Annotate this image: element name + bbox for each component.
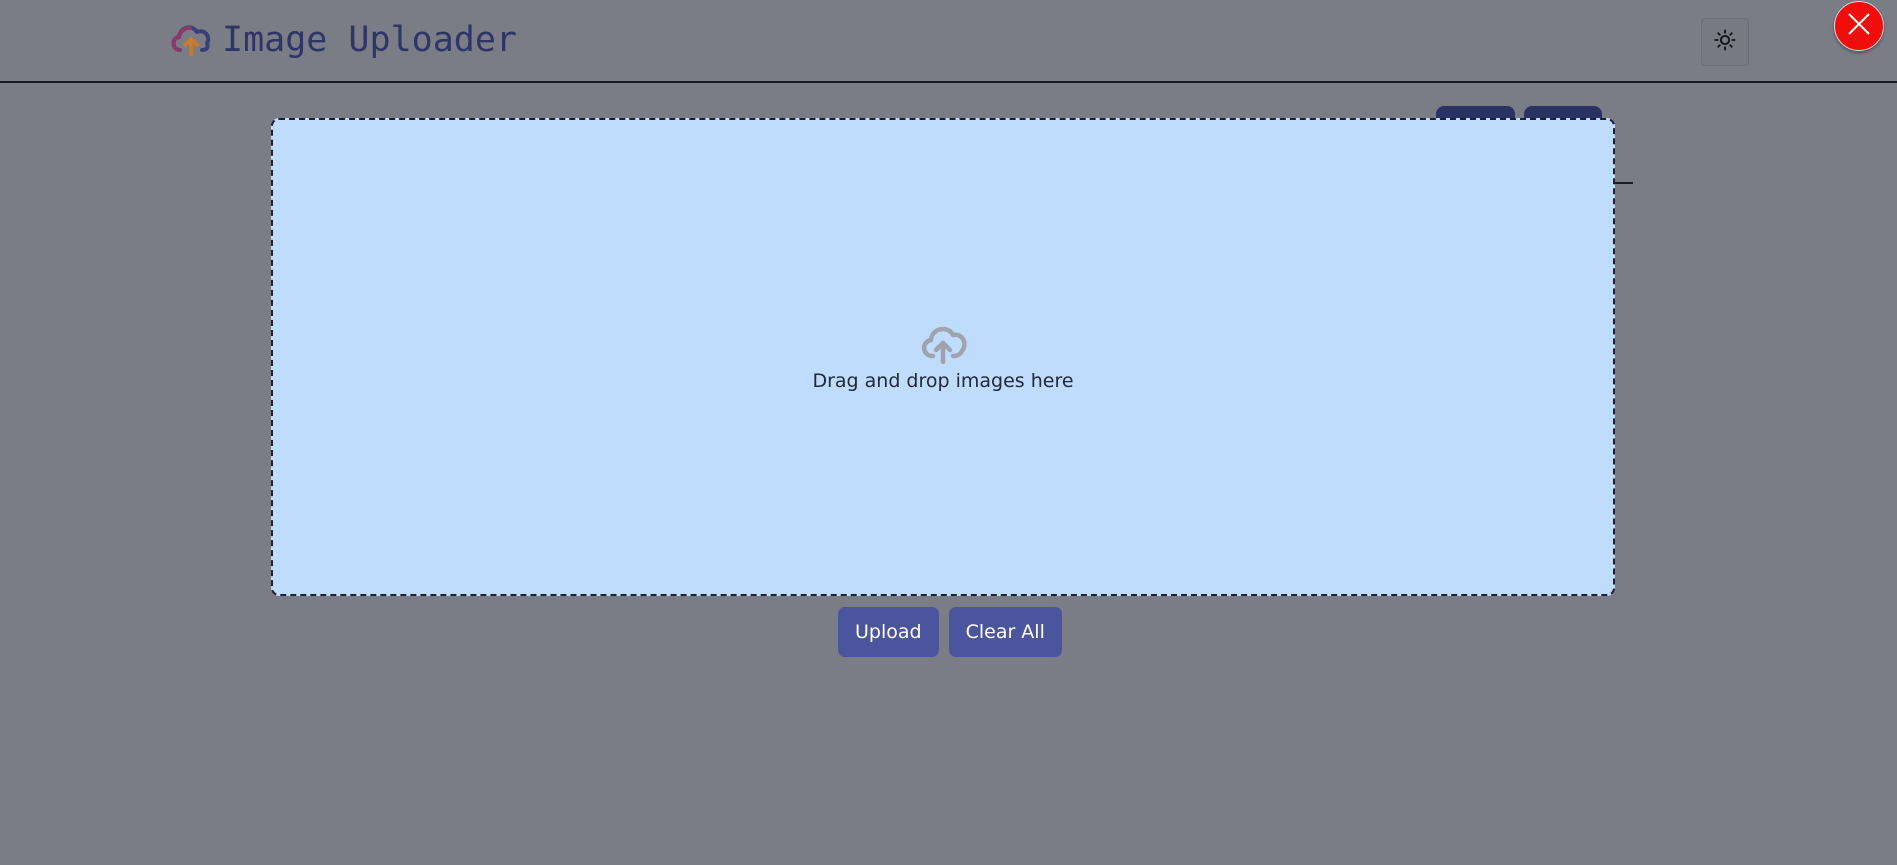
drop-zone-text: Drag and drop images here	[812, 370, 1074, 392]
sun-icon	[1714, 29, 1736, 55]
brand: Image Uploader	[168, 18, 517, 62]
close-icon	[1846, 11, 1872, 41]
cloud-upload-icon	[168, 18, 214, 62]
app-title: Image Uploader	[222, 20, 518, 60]
action-bar: Upload Clear All	[838, 607, 1062, 657]
theme-toggle-button[interactable]	[1701, 18, 1749, 66]
drop-zone[interactable]: Drag and drop images here	[271, 118, 1615, 596]
cloud-upload-icon	[917, 320, 969, 368]
upload-button[interactable]: Upload	[838, 607, 939, 657]
close-button[interactable]	[1834, 1, 1884, 51]
drop-zone-content: Drag and drop images here	[273, 320, 1613, 392]
app-header: Image Uploader	[0, 0, 1897, 83]
clear-all-button[interactable]: Clear All	[948, 607, 1062, 657]
